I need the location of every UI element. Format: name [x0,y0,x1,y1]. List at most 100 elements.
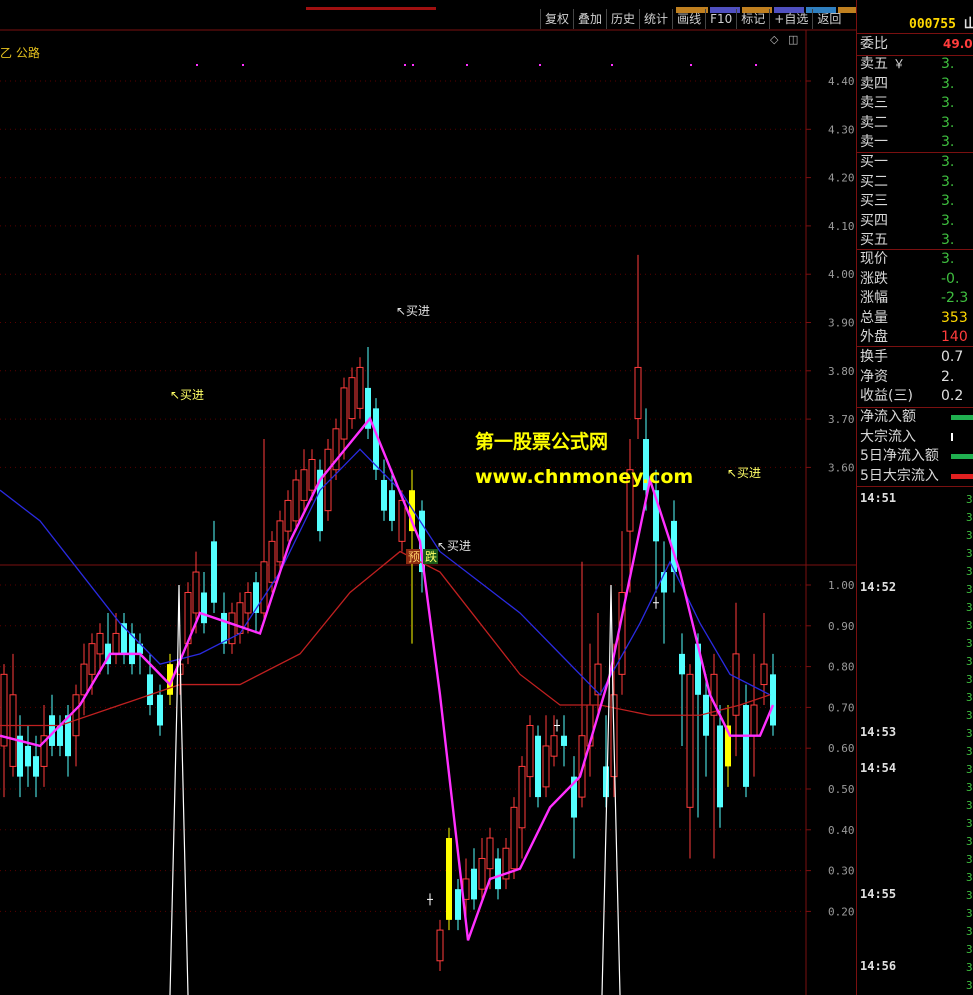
stat-row-value: 2. [941,368,955,385]
signal-dot [196,64,198,66]
candle-body-down [455,889,461,920]
candle-body-down [471,868,477,900]
watermark-title: 第一股票公式网 [475,430,608,453]
toolbar-stats-button[interactable]: 统计 [639,9,672,29]
signal-dot [539,64,541,66]
signal-dot [412,64,414,66]
tick-price: 3. [966,925,973,938]
tick-price: 3. [966,745,973,758]
candle-body-up [80,663,88,696]
tick-price: 3. [966,871,973,884]
money-flow-row: 5日大宗流入 [857,467,973,486]
candle-body-up [308,459,316,491]
tick-price: 3. [966,763,973,776]
ask-row: 卖二 3. [857,114,973,133]
candle-body-down [201,592,207,624]
indicator-axis-label: 0.60 [828,742,855,755]
candle-body-down [603,766,609,798]
candle-body-up [760,663,768,686]
candle-body-down [157,694,163,726]
candle-body-down [717,725,723,808]
candle-body-up [236,602,244,634]
candle-body-up [96,632,104,655]
candle-body-down [743,705,749,787]
money-flow-row: 5日净流入额 [857,447,973,466]
toolbar-mark-button[interactable]: 标记 [736,9,769,29]
candle-body-up [486,837,494,870]
pre-label: 预 [408,550,420,564]
toolbar-fuquan-button[interactable]: 复权 [540,9,573,29]
indicator-axis-label: 0.90 [828,620,855,633]
tick-price: 3. [966,961,973,974]
stock-name-fragment: 山 [963,17,973,32]
candle-body-up [542,745,550,788]
stat-row-value: -2.3 [941,290,969,306]
indicator-axis-label: 0.80 [828,661,855,674]
bid-row-label: 买二 [860,173,888,190]
stock-code: 000755 山 [909,13,973,32]
kline-chart-canvas[interactable]: 4.40 4.30 4.20 4.10 4.00 3.90 3.80 3.70 3.60 1.00… [0,0,856,995]
indicator-axis-label: 0.70 [828,701,855,714]
money-flow-label: 5日净流入额 [860,448,939,464]
tick-price: 3. [966,889,973,902]
tick-time: 14:56 [860,959,897,973]
toolbar-back-button[interactable]: 返回 [812,9,845,29]
chart-corner-icons[interactable]: ◇ ◫ [770,33,798,46]
weibi-value: 49.0 [943,37,973,51]
toolbar-f10-button[interactable]: F10 [705,9,736,29]
candle-body-up [348,377,356,420]
indicator-axis-label: 0.40 [828,824,855,837]
stat-row-value: 140 [941,329,968,345]
stat-row-value: 3. [941,251,955,267]
ask-row-value: 3. [941,114,955,131]
ask-row-label: 卖四 [860,75,888,92]
bid-row: 买三 3. [857,192,973,211]
candle-body-up [518,765,526,829]
candle-body-up [634,366,642,420]
stat-row-label: 涨跌 [860,270,888,287]
tick-price: 3. [966,637,973,650]
money-flow-bar [951,473,973,479]
window-icon[interactable]: ◫ [788,33,798,46]
diamond-icon[interactable]: ◇ [770,33,778,46]
candle-body-down [25,745,31,767]
stat-row-label: 净资 [860,368,888,385]
tick-price: 3. [966,547,973,560]
candle-body-down [561,735,567,746]
candle-body-down [147,674,153,706]
stat-row-label: 换手 [860,349,888,365]
tick-time: 14:52 [860,580,897,594]
price-axis-label: 3.60 [828,461,855,474]
money-flow-label: 5日大宗流入 [860,467,939,484]
bid-row: 买五 3. [857,231,973,250]
toolbar-overlay-button[interactable]: 叠加 [573,9,606,29]
stat-row: 总量 353 [857,309,973,328]
stat-row-value: 353 [941,309,968,326]
candle-body-down [381,479,387,511]
bid-row: 买四 3. [857,212,973,231]
stat-row-value: -0. [941,270,960,287]
toolbar-draw-button[interactable]: 画线 [672,9,705,29]
toolbar-add-watchlist-button[interactable]: +自选 [769,9,812,29]
watermark-url: www.chnmoney.com [475,466,693,488]
kline-chart-area[interactable]: 4.40 4.30 4.20 4.10 4.00 3.90 3.80 3.70 3.60 1.00… [0,0,856,995]
ask-row: 卖四 3. [857,75,973,94]
stat-row-label: 总量 [860,309,888,326]
money-flow-bar [951,454,973,459]
stat-row: 涨幅 -2.3 [857,289,973,308]
weibi-row: 委比 49.0 [857,35,973,54]
tick-price: 3. [966,565,973,578]
candle-body-up [478,857,486,890]
candle-body-up [9,694,17,767]
ask-row: 卖一 3. [857,133,973,152]
ask-row-value: 3. [941,95,955,111]
candle-body-up [340,387,348,440]
ask-row: 卖五 3. ￥ [857,55,973,74]
indicator-axis-label: 1.00 [828,579,855,592]
candle-body-down [211,541,217,603]
toolbar-history-button[interactable]: 历史 [606,9,639,29]
signal-dot [690,64,692,66]
signal-dot [242,64,244,66]
tick-price: 3. [966,727,973,740]
candle-body-up [244,592,252,614]
